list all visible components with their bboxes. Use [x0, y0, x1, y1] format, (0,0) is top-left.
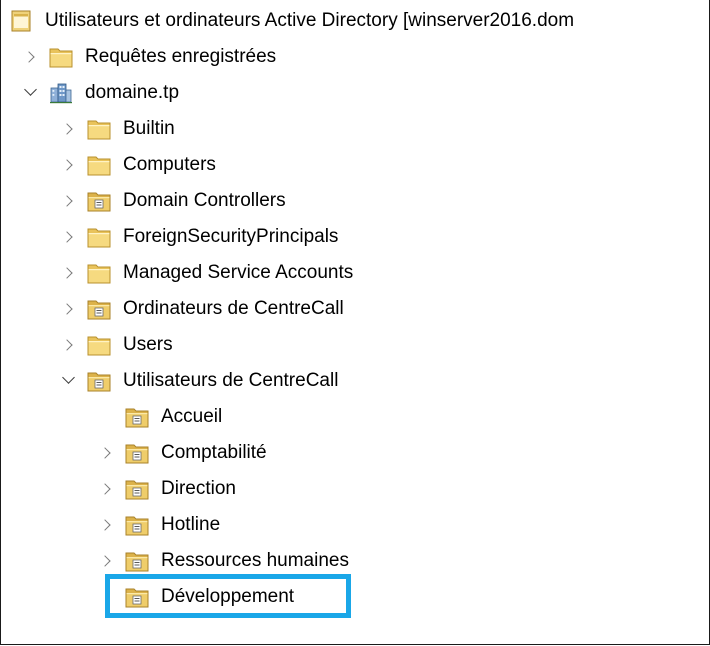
- organizational-unit-icon: [125, 514, 149, 536]
- folder-icon: [87, 154, 111, 176]
- tree-item-users[interactable]: Users: [61, 328, 173, 362]
- tree-item-label: Builtin: [123, 118, 175, 139]
- chevron-right-icon[interactable]: [61, 292, 79, 326]
- chevron-right-icon[interactable]: [61, 328, 79, 362]
- tree-item-label: Ordinateurs de CentreCall: [123, 298, 344, 319]
- tree-item-builtin[interactable]: Builtin: [61, 112, 175, 146]
- domain-icon: [49, 82, 73, 104]
- tree-item-computers[interactable]: Computers: [61, 148, 216, 182]
- tree-item-label: Users: [123, 334, 173, 355]
- tree-item-label: Managed Service Accounts: [123, 262, 354, 283]
- tree-item-label: Accueil: [161, 406, 223, 427]
- tree-item-label: Utilisateurs de CentreCall: [123, 370, 339, 391]
- organizational-unit-icon: [125, 550, 149, 572]
- chevron-right-icon[interactable]: [61, 256, 79, 290]
- folder-icon: [87, 118, 111, 140]
- tree-item-label: Domain Controllers: [123, 190, 286, 211]
- chevron-right-icon[interactable]: [61, 184, 79, 218]
- organizational-unit-icon: [87, 298, 111, 320]
- tree-item-utilisateurs-centrecall[interactable]: Utilisateurs de CentreCall: [61, 364, 338, 398]
- chevron-right-icon[interactable]: [99, 508, 117, 542]
- folder-icon: [87, 262, 111, 284]
- tree-item-label: Requêtes enregistrées: [85, 46, 277, 67]
- tree-item-label: Comptabilité: [161, 442, 267, 463]
- organizational-unit-icon: [125, 478, 149, 500]
- tree-item-comptabilite[interactable]: Comptabilité: [99, 436, 267, 470]
- tree-item-hotline[interactable]: Hotline: [99, 508, 220, 542]
- tree-item-foreign-security-principals[interactable]: ForeignSecurityPrincipals: [61, 220, 338, 254]
- tree-item-managed-service-accounts[interactable]: Managed Service Accounts: [61, 256, 353, 290]
- tree-item-label: Computers: [123, 154, 216, 175]
- chevron-down-icon[interactable]: [23, 76, 41, 110]
- window-title: Utilisateurs et ordinateurs Active Direc…: [45, 10, 575, 31]
- organizational-unit-icon: [87, 190, 111, 212]
- organizational-unit-icon: [125, 442, 149, 464]
- tree-item-label: Direction: [161, 478, 236, 499]
- organizational-unit-icon: [87, 370, 111, 392]
- organizational-unit-icon: [125, 586, 149, 608]
- chevron-right-icon[interactable]: [99, 544, 117, 578]
- chevron-right-icon[interactable]: [61, 220, 79, 254]
- folder-icon: [87, 334, 111, 356]
- tree-item-label: Ressources humaines: [161, 550, 349, 571]
- tree-item-developpement[interactable]: Développement: [125, 580, 303, 614]
- tree-item-label: Hotline: [161, 514, 221, 535]
- tree-item-label: ForeignSecurityPrincipals: [123, 226, 339, 247]
- tree-item-domain[interactable]: domaine.tp: [23, 76, 179, 110]
- chevron-right-icon[interactable]: [99, 436, 117, 470]
- organizational-unit-icon: [125, 406, 149, 428]
- chevron-right-icon[interactable]: [99, 472, 117, 506]
- chevron-right-icon[interactable]: [23, 40, 41, 74]
- tree-item-accueil[interactable]: Accueil: [125, 400, 222, 434]
- chevron-down-icon[interactable]: [61, 364, 79, 398]
- tree-item-label: domaine.tp: [85, 82, 180, 103]
- tree-item-label: Développement: [161, 586, 295, 607]
- tree-item-domain-controllers[interactable]: Domain Controllers: [61, 184, 286, 218]
- tree-item-saved-queries[interactable]: Requêtes enregistrées: [23, 40, 276, 74]
- chevron-right-icon[interactable]: [61, 112, 79, 146]
- folder-icon: [49, 46, 73, 68]
- folder-icon: [87, 226, 111, 248]
- ad-tree-panel: Utilisateurs et ordinateurs Active Direc…: [0, 0, 710, 645]
- chevron-right-icon[interactable]: [61, 148, 79, 182]
- tree-item-ressources-humaines[interactable]: Ressources humaines: [99, 544, 349, 578]
- tree-root[interactable]: Utilisateurs et ordinateurs Active Direc…: [9, 4, 574, 38]
- tree-item-direction[interactable]: Direction: [99, 472, 236, 506]
- ad-snapin-icon: [9, 10, 33, 32]
- tree-item-ordinateurs-centrecall[interactable]: Ordinateurs de CentreCall: [61, 292, 344, 326]
